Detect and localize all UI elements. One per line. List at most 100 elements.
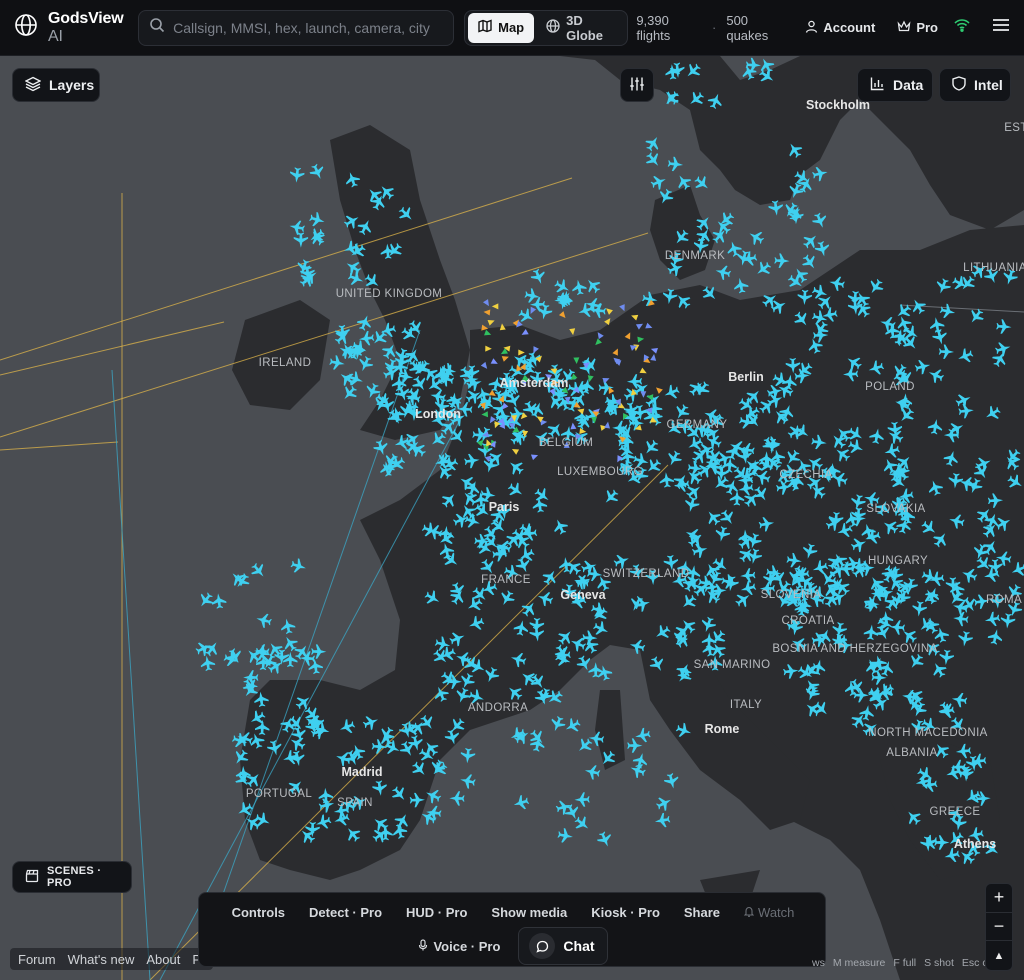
map-label: ALBANIA xyxy=(886,747,937,759)
detect-button[interactable]: Detect · Pro xyxy=(309,905,382,920)
intel-label: Intel xyxy=(974,77,1003,93)
brand[interactable]: GodsView AI xyxy=(14,10,135,46)
footer-link-about[interactable]: About xyxy=(146,952,180,967)
filters-button[interactable] xyxy=(620,68,654,102)
map-label: ITALY xyxy=(730,699,762,711)
map-label: ANDORRA xyxy=(468,702,528,714)
bell-icon xyxy=(743,905,755,920)
map-label: Madrid xyxy=(342,765,383,779)
map-label: SPAIN xyxy=(337,797,373,809)
watch-button[interactable]: Watch xyxy=(743,905,795,920)
map-label: SLOVENIA xyxy=(761,589,822,601)
pro-button[interactable]: Pro xyxy=(897,20,938,36)
layers-icon xyxy=(24,76,42,95)
top-bar: GodsView AI Map 3D Globe 9,39 xyxy=(0,0,1024,56)
intel-button[interactable]: Intel xyxy=(939,68,1011,102)
map-label: Amsterdam xyxy=(500,376,569,390)
live-stats: 9,390 flights · 500 quakes xyxy=(636,13,789,43)
watch-label: Watch xyxy=(758,905,795,920)
share-button[interactable]: Share xyxy=(684,905,720,920)
pro-label: Pro xyxy=(916,20,938,35)
map-label: SLOVAKIA xyxy=(866,503,925,515)
kiosk-button[interactable]: Kiosk · Pro xyxy=(591,905,660,920)
data-label: Data xyxy=(893,77,924,93)
map-label: PORTUGAL xyxy=(246,788,312,800)
map-label: BOSNIA AND HERZEGOVINA xyxy=(772,643,937,655)
map-label: LITHUANIA xyxy=(963,262,1024,274)
chat-button[interactable]: Chat xyxy=(518,927,608,965)
crown-icon xyxy=(897,20,911,36)
map-label: Rome xyxy=(705,722,740,736)
search-input[interactable] xyxy=(173,19,444,36)
chat-label: Chat xyxy=(563,938,595,954)
map-label: CZECHIA xyxy=(779,469,832,481)
controls-button[interactable]: Controls xyxy=(232,905,285,920)
shield-icon xyxy=(952,76,966,94)
footer-links: Forum What's new About Pr xyxy=(10,948,214,970)
search-box[interactable] xyxy=(138,9,455,46)
hint-ws: ws xyxy=(812,957,825,969)
hint-measure: M measure xyxy=(832,957,886,969)
view-toggle: Map 3D Globe xyxy=(464,9,629,46)
bottom-dock: Controls Detect · Pro HUD · Pro Show med… xyxy=(198,892,826,967)
account-label: Account xyxy=(823,20,876,35)
map-label: BELGIUM xyxy=(539,437,594,449)
zoom-controls: + − ▲ xyxy=(985,883,1013,971)
map-icon xyxy=(478,19,492,36)
map-label: ROMA xyxy=(986,594,1022,606)
map-label: Athens xyxy=(954,837,996,851)
hud-button[interactable]: HUD · Pro xyxy=(406,905,467,920)
compass-reset-button[interactable]: ▲ xyxy=(986,941,1012,970)
map-label: UNITED KINGDOM xyxy=(336,288,443,300)
clapperboard-icon xyxy=(25,869,39,886)
search-icon xyxy=(149,17,165,38)
map-label: GERMANY xyxy=(667,419,728,431)
footer-link-forum[interactable]: Forum xyxy=(18,952,56,967)
layers-button[interactable]: Layers xyxy=(12,68,100,102)
scenes-button[interactable]: SCENES · PRO xyxy=(12,861,132,893)
map-view-label: Map xyxy=(498,20,525,35)
zoom-out-button[interactable]: − xyxy=(986,913,1012,942)
voice-label: Voice · Pro xyxy=(433,938,501,954)
quakes-count: 500 quakes xyxy=(726,12,769,43)
voice-button[interactable]: Voice · Pro xyxy=(418,939,500,954)
dock-actions: Controls Detect · Pro HUD · Pro Show med… xyxy=(199,905,827,920)
map-label: HUNGARY xyxy=(868,555,928,567)
map-label: SAN MARINO xyxy=(694,659,771,671)
data-button[interactable]: Data xyxy=(857,68,933,102)
globe-logo-icon xyxy=(14,13,38,42)
map-label: EST xyxy=(1004,122,1024,134)
zoom-in-button[interactable]: + xyxy=(986,884,1012,913)
map-label: POLAND xyxy=(865,381,915,393)
flights-count: 9,390 flights xyxy=(636,12,671,43)
hint-full: F full xyxy=(893,957,917,969)
layers-label: Layers xyxy=(49,77,95,93)
bar-chart-icon xyxy=(870,76,885,94)
sliders-icon xyxy=(629,76,645,95)
map-label: CROATIA xyxy=(781,615,834,627)
map-label: GREECE xyxy=(930,806,981,818)
map-label: Paris xyxy=(489,500,520,514)
map-label: FRANCE xyxy=(481,574,531,586)
show-media-button[interactable]: Show media xyxy=(491,905,567,920)
hamburger-menu-icon[interactable] xyxy=(992,18,1010,37)
globe-icon xyxy=(546,19,560,36)
dock-secondary: Voice · Pro Chat xyxy=(199,927,827,965)
globe-view-button[interactable]: 3D Globe xyxy=(536,13,624,43)
map-view-button[interactable]: Map xyxy=(468,12,535,43)
map-label: IRELAND xyxy=(259,357,312,369)
stats-separator: · xyxy=(712,20,717,35)
microphone-icon xyxy=(418,938,428,954)
keyboard-hints: ws M measure F full S shot Esc close xyxy=(812,957,1007,969)
globe-view-label: 3D Globe xyxy=(566,12,603,43)
map-label: SWITZERLAND xyxy=(603,568,690,580)
scenes-label: SCENES · PRO xyxy=(47,865,102,889)
footer-link-whats-new[interactable]: What's new xyxy=(68,952,135,967)
account-button[interactable]: Account xyxy=(805,20,875,36)
hint-shot: S shot xyxy=(924,957,954,969)
chat-bubble-icon xyxy=(529,933,556,959)
map-label: NORTH MACEDONIA xyxy=(868,727,988,739)
map-label: London xyxy=(415,407,461,421)
map-canvas[interactable]: StockholmESTDENMARKLITHUANIAUNITED KINGD… xyxy=(0,0,1024,980)
map-label: DENMARK xyxy=(665,250,725,262)
